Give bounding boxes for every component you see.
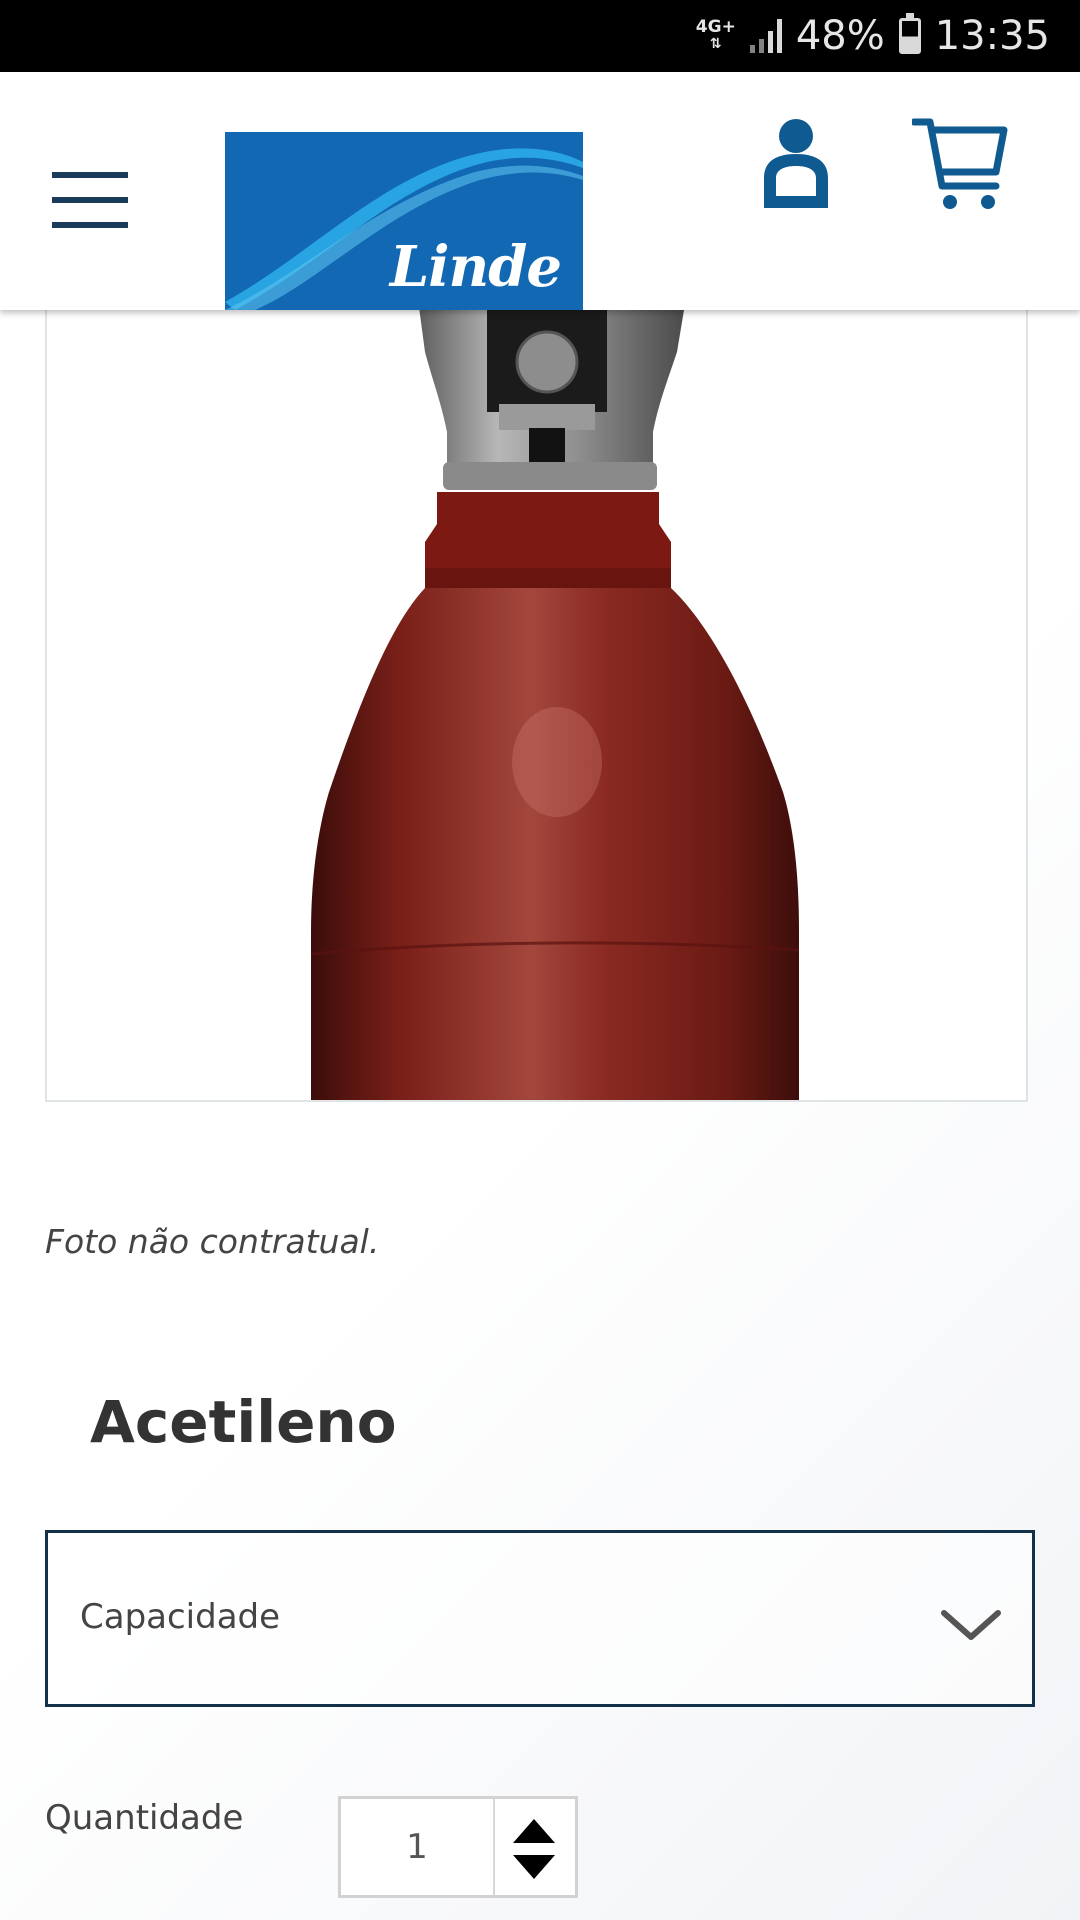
chevron-down-icon xyxy=(941,1610,1001,1640)
triangle-down-icon[interactable] xyxy=(509,1851,559,1881)
user-icon[interactable] xyxy=(760,116,832,212)
photo-disclaimer: Foto não contratual. xyxy=(45,1222,380,1261)
battery-icon xyxy=(898,13,921,54)
quantity-label: Quantidade xyxy=(45,1798,244,1838)
network-indicator: 4G+ ⇅ xyxy=(696,19,736,53)
data-arrows-icon: ⇅ xyxy=(709,36,722,52)
logo-wordmark: Linde xyxy=(389,234,562,300)
hamburger-icon[interactable] xyxy=(52,172,128,228)
clock: 13:35 xyxy=(934,13,1050,59)
network-type: 4G+ xyxy=(695,17,736,37)
signal-icon xyxy=(749,19,782,53)
battery-percent: 48% xyxy=(795,13,885,59)
linde-logo[interactable]: Linde xyxy=(225,132,583,310)
triangle-up-icon[interactable] xyxy=(509,1817,559,1847)
capacity-select[interactable]: Capacidade xyxy=(45,1530,1035,1707)
quantity-stepper xyxy=(338,1796,578,1898)
quantity-input[interactable] xyxy=(341,1799,495,1895)
product-title: Acetileno xyxy=(90,1388,397,1456)
site-header: Linde xyxy=(0,72,1080,310)
cart-icon[interactable] xyxy=(912,116,1008,212)
product-image xyxy=(45,290,1028,1102)
capacity-select-value: Capacidade xyxy=(80,1597,281,1637)
status-bar: 4G+ ⇅ 48% 13:35 xyxy=(0,0,1080,72)
